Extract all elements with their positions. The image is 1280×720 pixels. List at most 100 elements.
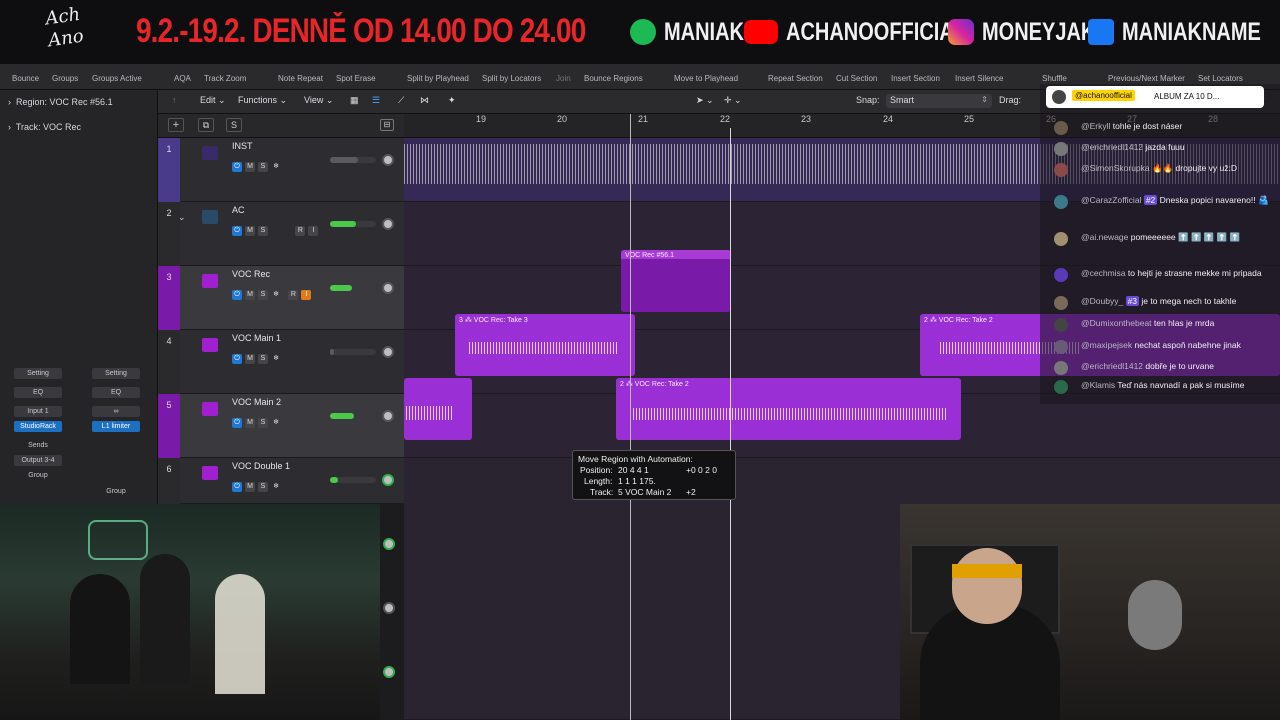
power-icon[interactable]: ⏻ [232,162,242,172]
eq-button[interactable]: EQ [14,387,62,398]
track-header-voc-rec[interactable]: 3 VOC Rec ⏻ M S ❄ RI [158,266,404,330]
freeze-icon[interactable]: ❄ [271,162,281,172]
group-label[interactable]: Group [14,470,62,481]
pointer-tool-icon[interactable]: ➤ ⌄ [696,95,714,106]
global-solo-icon[interactable]: S [226,118,242,132]
up-arrow-icon[interactable]: ↑ [172,95,177,105]
toolbar-repeat-section[interactable]: Repeat Section [768,74,823,83]
view-menu[interactable]: View ⌄ [304,95,333,106]
list-view-icon[interactable]: ☰ [372,95,380,106]
pan-knob[interactable] [382,474,394,486]
knob-indicator[interactable] [383,666,395,678]
track-header-voc-main-2[interactable]: 5 VOC Main 2 ⏻ M S ❄ [158,394,404,458]
duplicate-track-icon[interactable]: ⧉ [198,118,214,132]
solo-button[interactable]: S [258,354,268,364]
toolbar-insert-section[interactable]: Insert Section [891,74,940,83]
l1-limiter-plugin[interactable]: L1 limiter [92,421,140,432]
track-name[interactable]: VOC Main 1 [232,333,281,343]
input-monitor-button[interactable]: I [308,226,319,236]
pan-knob[interactable] [382,410,394,422]
region-inspector-header[interactable]: › Region: VOC Rec #56.1 [8,97,113,107]
studiorack-plugin[interactable]: StudioRack [14,421,62,432]
track-name[interactable]: VOC Rec [232,269,270,279]
volume-fader[interactable] [330,157,376,163]
freeze-icon[interactable]: ❄ [271,418,281,428]
toolbar-track-zoom[interactable]: Track Zoom [204,74,246,83]
power-icon[interactable]: ⏻ [232,482,242,492]
mute-button[interactable]: M [245,226,255,236]
more-options-icon[interactable]: ⋮ [1260,90,1270,101]
track-name[interactable]: INST [232,141,253,151]
toolbar-split-playhead[interactable]: Split by Playhead [407,74,469,83]
toolbar-bounce[interactable]: Bounce [12,74,39,83]
record-enable-button[interactable]: R [288,290,299,300]
region-take-3[interactable]: 3 ⁂ VOC Rec: Take 3 [455,314,635,376]
region-take-2-main2[interactable]: 2 ⁂ VOC Rec: Take 2 [616,378,961,440]
eq-button[interactable]: EQ [92,387,140,398]
toolbar-bounce-regions[interactable]: Bounce Regions [584,74,643,83]
catch-icon[interactable]: ✦ [448,95,456,106]
setting-button[interactable]: Setting [92,368,140,379]
plus-tool-icon[interactable]: ✛ ⌄ [724,95,742,106]
knob-indicator[interactable] [383,538,395,550]
edit-menu[interactable]: Edit ⌄ [200,95,226,106]
toolbar-set-locators[interactable]: Set Locators [1198,74,1243,83]
track-header-inst[interactable]: 1 INST ⏻ M S ❄ [158,138,404,202]
grid-view-icon[interactable]: ▦ [350,95,359,106]
track-header-voc-double-1[interactable]: 6 VOC Double 1 ⏻ M S ❄ [158,458,404,504]
playhead[interactable] [730,128,731,720]
output-button[interactable]: Output 3-4 [14,455,62,466]
power-icon[interactable]: ⏻ [232,290,242,300]
power-icon[interactable]: ⏻ [232,418,242,428]
volume-fader[interactable] [330,477,376,483]
volume-fader[interactable] [330,349,376,355]
toolbar-note-repeat[interactable]: Note Repeat [278,74,323,83]
chevron-down-icon[interactable]: ⌄ [178,212,186,223]
add-track-icon[interactable]: + [168,118,184,132]
link-button[interactable]: ∞ [92,406,140,417]
setting-button[interactable]: Setting [14,368,62,379]
flex-icon[interactable]: ⋈ [420,95,429,106]
track-name[interactable]: VOC Double 1 [232,461,290,471]
track-name[interactable]: VOC Main 2 [232,397,281,407]
toolbar-move-playhead[interactable]: Move to Playhead [674,74,738,83]
pan-knob[interactable] [382,154,394,166]
solo-button[interactable]: S [258,482,268,492]
input-monitor-button[interactable]: I [301,290,312,300]
input-button[interactable]: Input 1 [14,406,62,417]
record-enable-button[interactable]: R [295,226,306,236]
toolbar-groups-active[interactable]: Groups Active [92,74,142,83]
automation-icon[interactable]: ⟋ [398,95,404,106]
pan-knob[interactable] [382,282,394,294]
toolbar-split-locators[interactable]: Split by Locators [482,74,541,83]
pan-knob[interactable] [382,218,394,230]
track-inspector-header[interactable]: › Track: VOC Rec [8,122,81,132]
region-main2-start[interactable] [404,378,472,440]
toolbar-cut-section[interactable]: Cut Section [836,74,877,83]
toolbar-aqa[interactable]: AQA [174,74,191,83]
toolbar-spot-erase[interactable]: Spot Erase [336,74,376,83]
pinned-message[interactable]: @achanoofficial ALBUM ZA 10 D... ⋮ [1046,86,1270,108]
pan-knob[interactable] [382,346,394,358]
snap-select[interactable]: Smart ⇕ [886,94,992,108]
freeze-icon[interactable]: ❄ [271,290,281,300]
freeze-icon[interactable]: ❄ [271,482,281,492]
mute-button[interactable]: M [245,482,255,492]
toolbar-prev-next-marker[interactable]: Previous/Next Marker [1108,74,1185,83]
knob-indicator[interactable] [383,602,395,614]
solo-button[interactable]: S [258,162,268,172]
mute-button[interactable]: M [245,418,255,428]
freeze-icon[interactable]: ❄ [271,354,281,364]
volume-fader[interactable] [330,285,376,291]
toolbar-groups[interactable]: Groups [52,74,78,83]
solo-button[interactable]: S [258,226,268,236]
track-header-voc-main-1[interactable]: 4 VOC Main 1 ⏻ M S ❄ [158,330,404,394]
group-label[interactable]: Group [92,486,140,497]
functions-menu[interactable]: Functions ⌄ [238,95,287,106]
solo-button[interactable]: S [258,290,268,300]
collapse-icon[interactable]: ⊟ [380,119,394,131]
region-voc-rec[interactable]: VOC Rec #56.1 [621,250,731,312]
volume-fader[interactable] [330,221,376,227]
mute-button[interactable]: M [245,354,255,364]
volume-fader[interactable] [330,413,376,419]
